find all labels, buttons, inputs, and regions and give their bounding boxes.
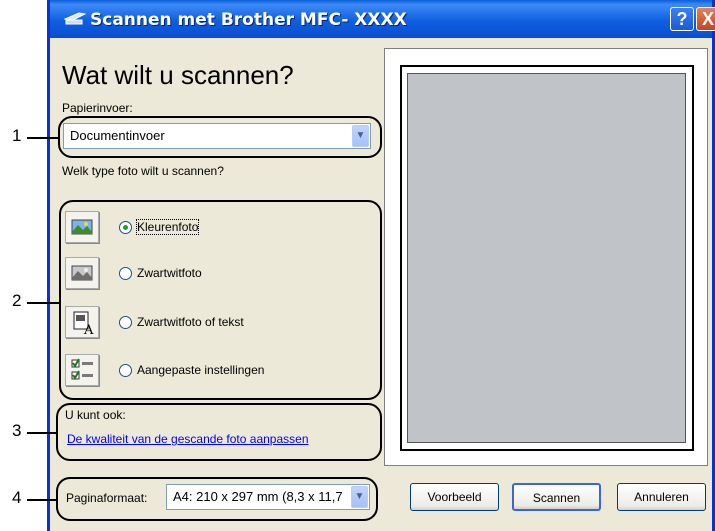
paper-source-label: Papierinvoer:: [62, 101, 133, 115]
help-button[interactable]: ?: [670, 7, 694, 31]
preview-panel: [384, 48, 708, 466]
title-bar[interactable]: Scannen met Brother MFC- XXXX ? X: [50, 0, 715, 38]
preview-frame: [400, 65, 694, 451]
callout-number-2: 2: [12, 291, 22, 310]
scan-button[interactable]: Scannen: [512, 483, 601, 511]
page-title: Wat wilt u scannen?: [62, 60, 294, 90]
callout-number-3: 3: [12, 421, 22, 440]
preview-area[interactable]: [407, 73, 686, 443]
callout-box-1: [58, 116, 382, 158]
callout-number-1: 1: [12, 126, 22, 145]
callout-line-2: [27, 302, 59, 304]
scanner-icon: [64, 12, 86, 25]
callout-box-4: [56, 477, 378, 521]
photo-type-question: Welk type foto wilt u scannen?: [62, 164, 224, 178]
callout-line-1: [27, 137, 58, 139]
window-title: Scannen met Brother MFC- XXXX: [90, 10, 407, 30]
callout-line-4: [27, 499, 56, 501]
callout-line-3: [27, 432, 56, 434]
callout-box-2: [59, 200, 382, 400]
close-button[interactable]: X: [696, 7, 715, 31]
preview-button[interactable]: Voorbeeld: [410, 483, 499, 511]
callout-number-4: 4: [12, 488, 22, 507]
cancel-button[interactable]: Annuleren: [617, 483, 706, 511]
callout-box-3: [56, 403, 382, 461]
